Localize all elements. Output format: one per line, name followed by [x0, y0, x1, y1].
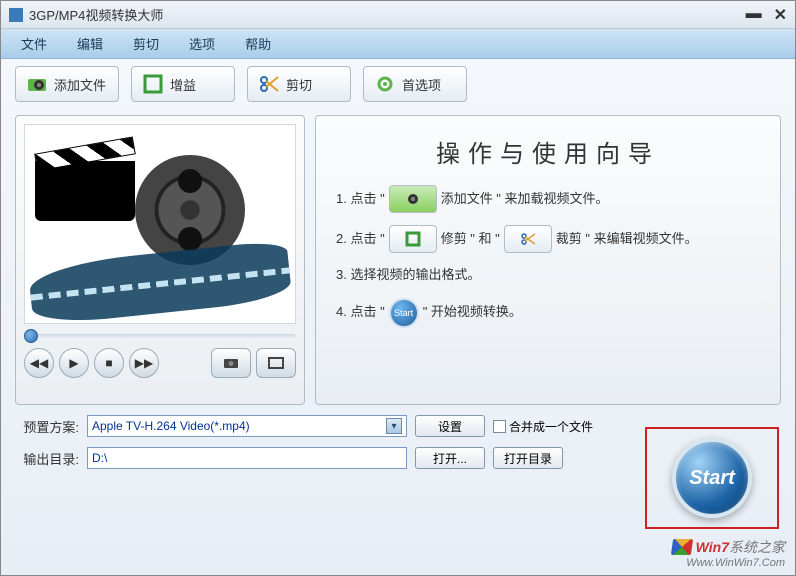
- preview-image: [24, 124, 296, 324]
- gain-label: 增益: [170, 75, 196, 94]
- gear-icon: [374, 73, 396, 95]
- guide-step-3: 3. 选择视频的输出格式。: [336, 265, 760, 286]
- player-controls: ◀◀ ▶ ■ ▶▶: [24, 348, 296, 378]
- cut-button[interactable]: 剪切: [247, 66, 351, 102]
- frame-icon: [142, 73, 164, 95]
- forward-button[interactable]: ▶▶: [129, 348, 159, 378]
- gain-button[interactable]: 增益: [131, 66, 235, 102]
- guide-step-4: 4. 点击 " Start " 开始视频转换。: [336, 298, 760, 328]
- window-title: 3GP/MP4视频转换大师: [29, 5, 163, 24]
- start-highlight-box: Start: [645, 427, 779, 529]
- output-label: 输出目录:: [21, 449, 79, 468]
- guide-panel: 操作与使用向导 1. 点击 " 添加文件 " 来加载视频文件。 2. 点击 " …: [315, 115, 781, 405]
- profile-label: 预置方案:: [21, 417, 79, 436]
- windows-flag-icon: [671, 539, 693, 555]
- frame-icon: [389, 225, 437, 253]
- scissors-icon: [258, 73, 280, 95]
- fullscreen-button[interactable]: [256, 348, 296, 378]
- guide-step-1: 1. 点击 " 添加文件 " 来加载视频文件。: [336, 185, 760, 213]
- guide-step-2: 2. 点击 " 修剪 " 和 " 裁剪 " 来编辑视频文件。: [336, 225, 760, 253]
- menubar: 文件 编辑 剪切 选项 帮助: [1, 29, 795, 59]
- menu-help[interactable]: 帮助: [245, 34, 271, 53]
- menu-cut[interactable]: 剪切: [133, 34, 159, 53]
- profile-value: Apple TV-H.264 Video(*.mp4): [92, 419, 250, 433]
- start-button[interactable]: Start: [672, 438, 752, 518]
- add-file-button[interactable]: 添加文件: [15, 66, 119, 102]
- watermark: Win7系统之家 Www.WinWin7.Com: [672, 537, 785, 569]
- preview-panel: ◀◀ ▶ ■ ▶▶: [15, 115, 305, 405]
- toolbar: 添加文件 增益 剪切 首选项: [1, 59, 795, 109]
- stop-button[interactable]: ■: [94, 348, 124, 378]
- app-icon: [9, 8, 23, 22]
- minimize-button[interactable]: ▬: [746, 5, 762, 25]
- snapshot-button[interactable]: [211, 348, 251, 378]
- guide-title: 操作与使用向导: [336, 134, 760, 169]
- camera-icon: [223, 357, 239, 369]
- chevron-down-icon: ▾: [386, 418, 402, 434]
- menu-file[interactable]: 文件: [21, 34, 47, 53]
- titlebar: 3GP/MP4视频转换大师 ▬ ✕: [1, 1, 795, 29]
- add-file-label: 添加文件: [54, 75, 106, 94]
- open-button[interactable]: 打开...: [415, 447, 485, 469]
- start-badge-icon: Start: [389, 298, 419, 328]
- menu-edit[interactable]: 编辑: [77, 34, 103, 53]
- menu-options[interactable]: 选项: [189, 34, 215, 53]
- cut-label: 剪切: [286, 75, 312, 94]
- merge-checkbox[interactable]: [493, 420, 506, 433]
- settings-button[interactable]: 设置: [415, 415, 485, 437]
- merge-label: 合并成一个文件: [509, 418, 593, 435]
- scissors-icon: [504, 225, 552, 253]
- film-strip-icon: [28, 240, 293, 324]
- rewind-button[interactable]: ◀◀: [24, 348, 54, 378]
- play-button[interactable]: ▶: [59, 348, 89, 378]
- folder-film-icon: [26, 73, 48, 95]
- output-dir-input[interactable]: [87, 447, 407, 469]
- profile-select[interactable]: Apple TV-H.264 Video(*.mp4) ▾: [87, 415, 407, 437]
- expand-icon: [268, 357, 284, 369]
- close-button[interactable]: ✕: [774, 5, 787, 25]
- prefs-label: 首选项: [402, 75, 441, 94]
- seek-slider[interactable]: [24, 334, 296, 338]
- prefs-button[interactable]: 首选项: [363, 66, 467, 102]
- open-dir-button[interactable]: 打开目录: [493, 447, 563, 469]
- folder-film-icon: [389, 185, 437, 213]
